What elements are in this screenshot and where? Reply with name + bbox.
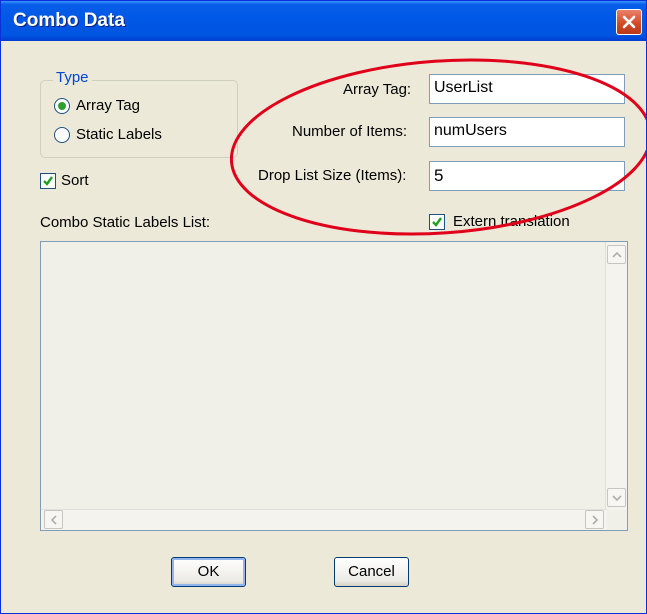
close-icon	[622, 15, 636, 29]
chevron-left-icon	[50, 515, 57, 525]
close-button[interactable]	[616, 9, 642, 35]
combo-data-dialog: Combo Data Type Array Tag Static Labels …	[0, 0, 647, 614]
radio-selected-dot	[58, 102, 66, 110]
checkmark-icon	[432, 217, 442, 227]
array-tag-radio-label[interactable]: Array Tag	[76, 97, 140, 114]
vertical-scrollbar[interactable]	[605, 242, 627, 510]
array-tag-input[interactable]: UserList	[429, 74, 625, 104]
static-labels-list-label: Combo Static Labels List:	[40, 214, 211, 231]
type-groupbox	[40, 80, 238, 158]
scroll-up-button[interactable]	[607, 245, 626, 264]
drop-list-size-input[interactable]: 5	[429, 161, 625, 191]
checkmark-icon	[43, 176, 53, 186]
array-tag-label: Array Tag:	[343, 81, 412, 98]
chevron-up-icon	[612, 251, 622, 258]
static-labels-radio[interactable]	[54, 127, 70, 143]
extern-translation-checkbox[interactable]	[429, 214, 445, 230]
chevron-right-icon	[592, 515, 599, 525]
ok-button[interactable]: OK	[171, 557, 246, 587]
number-of-items-label: Number of Items:	[292, 123, 408, 140]
horizontal-scrollbar[interactable]	[41, 509, 607, 530]
type-group-legend: Type	[53, 69, 92, 86]
title-bar[interactable]: Combo Data	[1, 1, 646, 41]
drop-list-size-label: Drop List Size (Items):	[258, 167, 407, 184]
dialog-title: Combo Data	[13, 10, 125, 31]
static-labels-listbox[interactable]	[40, 241, 628, 531]
sort-checkbox[interactable]	[40, 173, 56, 189]
number-of-items-input[interactable]: numUsers	[429, 117, 625, 147]
scroll-left-button[interactable]	[44, 510, 63, 529]
scroll-down-button[interactable]	[607, 488, 626, 507]
chevron-down-icon	[612, 495, 622, 502]
array-tag-radio[interactable]	[54, 98, 70, 114]
static-labels-radio-label[interactable]: Static Labels	[76, 126, 162, 143]
sort-label[interactable]: Sort	[61, 172, 89, 189]
scroll-right-button[interactable]	[585, 510, 604, 529]
extern-translation-label[interactable]: Extern translation	[453, 213, 570, 230]
cancel-button[interactable]: Cancel	[334, 557, 409, 587]
